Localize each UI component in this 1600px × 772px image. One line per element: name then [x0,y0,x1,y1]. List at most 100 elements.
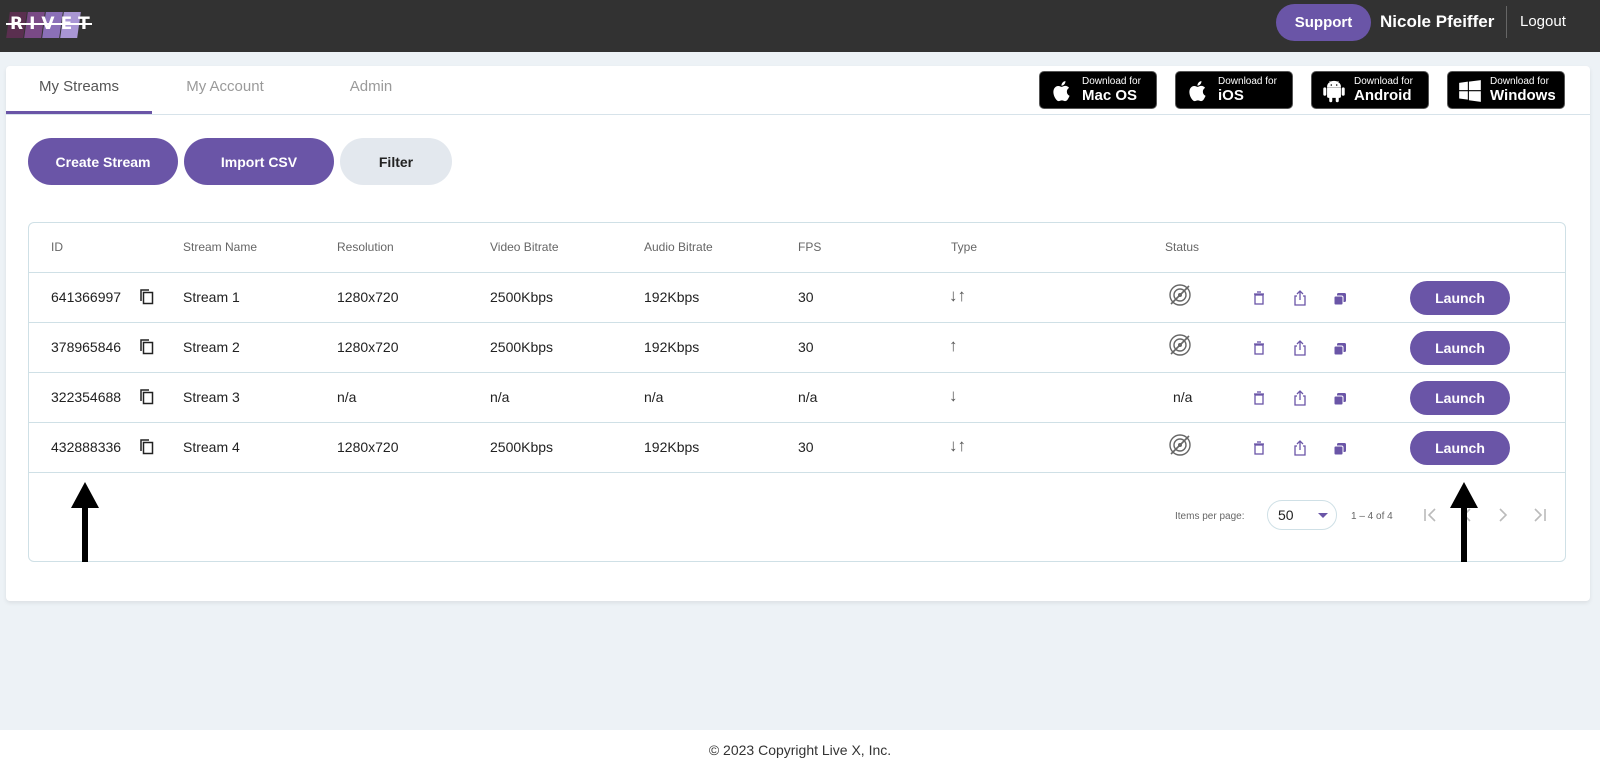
download-platform-label: Mac OS [1082,87,1138,104]
download-windows-button[interactable]: Download for Windows [1447,71,1565,109]
stream-video-bitrate: 2500Kbps [490,339,554,355]
table-row: 378965846 Stream 2 1280x720 2500Kbps 192… [29,322,1565,372]
annotation-arrow-up-icon [71,482,99,562]
streams-table: ID Stream Name Resolution Video Bitrate … [28,222,1566,562]
copy-icon[interactable] [139,388,155,406]
offline-icon [1169,284,1191,306]
download-small-label: Download for [1490,76,1549,87]
stream-id: 322354688 [51,389,122,405]
stream-resolution: 1280x720 [337,289,399,305]
items-per-page-select[interactable]: 50 [1267,500,1337,530]
top-bar: RIVET Support Nicole Pfeiffer Logout [0,0,1600,52]
delete-icon[interactable] [1251,439,1267,457]
column-header-video-bitrate[interactable]: Video Bitrate [490,240,559,254]
download-platform-label: Windows [1490,87,1556,104]
share-icon[interactable] [1292,339,1308,357]
stream-audio-bitrate: 192Kbps [644,339,700,355]
download-platform-label: Android [1354,87,1412,104]
filter-button[interactable]: Filter [340,138,452,185]
launch-button[interactable]: Launch [1410,331,1510,365]
support-button[interactable]: Support [1276,4,1371,41]
apple-icon [1053,81,1070,102]
down-arrow-icon: ↓ [949,386,958,405]
items-per-page-value: 50 [1278,507,1294,523]
footer: © 2023 Copyright Live X, Inc. [0,730,1600,772]
launch-button[interactable]: Launch [1410,281,1510,315]
download-small-label: Download for [1354,76,1413,87]
items-per-page-label: Items per page: [1175,511,1245,522]
stream-name: Stream 3 [183,389,240,405]
share-icon[interactable] [1292,439,1308,457]
stream-id: 641366997 [51,289,122,305]
duplicate-icon[interactable] [1332,439,1348,457]
launch-button[interactable]: Launch [1410,381,1510,415]
download-small-label: Download for [1218,76,1277,87]
delete-icon[interactable] [1251,289,1267,307]
download-macos-button[interactable]: Download for Mac OS [1039,71,1157,109]
import-csv-button[interactable]: Import CSV [184,138,334,185]
offline-icon [1169,434,1191,456]
stream-id: 432888336 [51,439,122,455]
annotation-arrow-up-icon [1450,482,1478,562]
stream-status: n/a [1173,389,1193,405]
stream-name: Stream 4 [183,439,240,455]
stream-audio-bitrate: n/a [644,389,664,405]
logo-text: RIVET [10,14,96,34]
download-android-button[interactable]: Download for Android [1311,71,1429,109]
copy-icon[interactable] [139,338,155,356]
tab-my-streams[interactable]: My Streams [6,78,152,95]
column-header-type[interactable]: Type [951,240,977,254]
last-page-icon[interactable] [1529,505,1549,525]
next-page-icon[interactable] [1493,505,1513,525]
delete-icon[interactable] [1251,339,1267,357]
stream-video-bitrate: 2500Kbps [490,439,554,455]
copy-icon[interactable] [139,438,155,456]
share-icon[interactable] [1292,389,1308,407]
stream-fps: 30 [798,439,814,455]
download-ios-button[interactable]: Download for iOS [1175,71,1293,109]
share-icon[interactable] [1292,289,1308,307]
duplicate-icon[interactable] [1332,389,1348,407]
column-header-stream-name[interactable]: Stream Name [183,240,257,254]
table-row: 322354688 Stream 3 n/a n/a n/a n/a ↓ n/a… [29,372,1565,422]
user-name: Nicole Pfeiffer [1380,12,1495,31]
page-range-label: 1 – 4 of 4 [1351,511,1393,522]
active-tab-indicator [6,111,152,114]
bidirectional-arrows-icon: ↓↑ [949,286,966,305]
duplicate-icon[interactable] [1332,339,1348,357]
tab-bar: My Streams My Account Admin Download for… [6,66,1590,115]
launch-button[interactable]: Launch [1410,431,1510,465]
streams-card: My Streams My Account Admin Download for… [6,66,1590,601]
column-header-resolution[interactable]: Resolution [337,240,394,254]
tab-my-account[interactable]: My Account [152,78,298,95]
tab-admin[interactable]: Admin [298,78,444,95]
column-header-id[interactable]: ID [51,240,63,254]
delete-icon[interactable] [1251,389,1267,407]
stream-fps: n/a [798,389,818,405]
table-row: 641366997 Stream 1 1280x720 2500Kbps 192… [29,272,1565,322]
create-stream-button[interactable]: Create Stream [28,138,178,185]
bidirectional-arrows-icon: ↓↑ [949,436,966,455]
offline-icon [1169,334,1191,356]
stream-video-bitrate: 2500Kbps [490,289,554,305]
stream-video-bitrate: n/a [490,389,510,405]
column-header-audio-bitrate[interactable]: Audio Bitrate [644,240,713,254]
column-header-fps[interactable]: FPS [798,240,821,254]
first-page-icon[interactable] [1421,505,1441,525]
stream-name: Stream 2 [183,339,240,355]
paginator: Items per page: 50 1 – 4 of 4 [29,472,1565,561]
apple-icon [1189,81,1206,102]
stream-audio-bitrate: 192Kbps [644,289,700,305]
logout-link[interactable]: Logout [1520,13,1566,30]
stream-resolution: n/a [337,389,357,405]
column-header-status[interactable]: Status [1165,240,1199,254]
chevron-down-icon [1318,513,1328,518]
rivet-logo[interactable]: RIVET [4,8,94,38]
duplicate-icon[interactable] [1332,289,1348,307]
android-icon [1323,80,1345,103]
copy-icon[interactable] [139,288,155,306]
download-small-label: Download for [1082,76,1141,87]
stream-resolution: 1280x720 [337,339,399,355]
table-row: 432888336 Stream 4 1280x720 2500Kbps 192… [29,422,1565,472]
stream-fps: 30 [798,289,814,305]
